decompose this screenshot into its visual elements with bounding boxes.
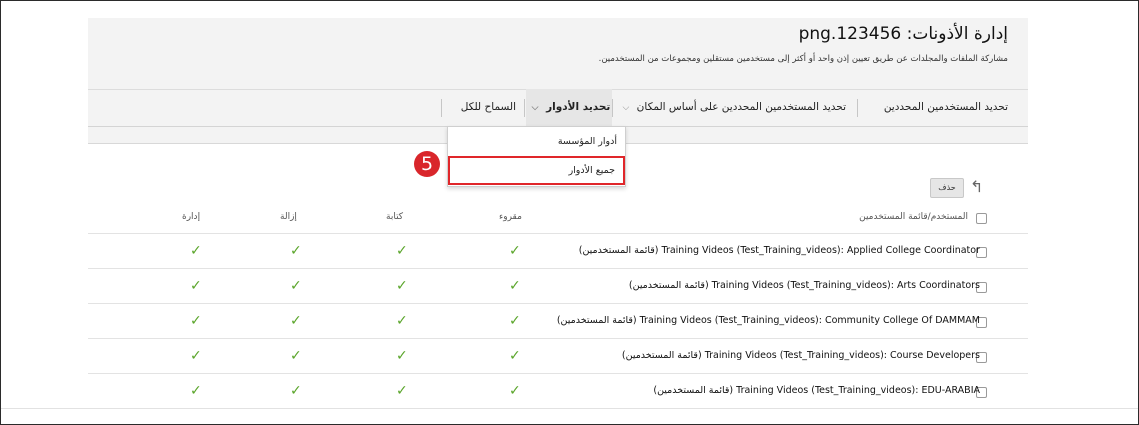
column-header-write: كتابة xyxy=(386,212,404,222)
check-icon: ✓ xyxy=(190,348,202,364)
row-user-list-label: Training Videos (Test_Training_videos): … xyxy=(653,385,980,396)
tab-divider xyxy=(612,99,613,117)
tab-label: تحديد المستخدمين المحددين على أساس المكا… xyxy=(636,101,846,113)
check-icon: ✓ xyxy=(509,243,521,259)
check-icon: ✓ xyxy=(509,278,521,294)
tab-divider xyxy=(441,99,442,117)
check-icon: ✓ xyxy=(396,243,408,259)
tab-divider xyxy=(857,99,858,117)
select-all-checkbox[interactable] xyxy=(976,213,987,224)
table-row: Training Videos (Test_Training_videos): … xyxy=(88,303,1028,339)
back-arrow-icon[interactable]: ↰ xyxy=(970,177,983,196)
check-icon: ✓ xyxy=(396,278,408,294)
check-icon: ✓ xyxy=(396,383,408,399)
tab-select-specific-users[interactable]: تحديد المستخدمين المحددين xyxy=(884,93,1008,122)
screenshot-frame: إدارة الأذونات: png.123456 مشاركة الملفا… xyxy=(0,0,1139,425)
column-header-manage: إدارة xyxy=(182,212,201,222)
roles-dropdown-menu: أدوار المؤسسة جميع الأدوار xyxy=(447,126,626,187)
row-user-list-label: Training Videos (Test_Training_videos): … xyxy=(628,280,980,291)
column-header-user: المستخدم/قائمة المستخدمين xyxy=(859,212,968,222)
page-subtitle: مشاركة الملفات والمجلدات عن طريق تعيين إ… xyxy=(598,54,1008,64)
check-icon: ✓ xyxy=(290,243,302,259)
check-icon: ✓ xyxy=(290,278,302,294)
page-title: إدارة الأذونات: png.123456 xyxy=(798,24,1008,44)
column-header-remove: إزالة xyxy=(280,212,297,222)
check-icon: ✓ xyxy=(290,313,302,329)
check-icon: ✓ xyxy=(190,383,202,399)
permissions-app: إدارة الأذونات: png.123456 مشاركة الملفا… xyxy=(88,18,1028,424)
page-bottom-divider xyxy=(1,408,1138,409)
dropdown-item-institution-roles[interactable]: أدوار المؤسسة xyxy=(448,129,625,155)
dropdown-item-all-roles[interactable]: جميع الأدوار xyxy=(448,156,625,185)
row-user-list-label: Training Videos (Test_Training_videos): … xyxy=(556,315,980,326)
tab-bar: تحديد المستخدمين المحددين تحديد المستخدم… xyxy=(88,89,1028,127)
check-icon: ✓ xyxy=(509,348,521,364)
step-number-badge: 5 xyxy=(414,151,440,177)
check-icon: ✓ xyxy=(396,348,408,364)
delete-button[interactable]: حذف xyxy=(930,178,964,198)
column-header-read: مقروء xyxy=(499,212,522,222)
tab-label: تحديد المستخدمين المحددين xyxy=(883,101,1008,113)
row-user-list-label: Training Videos (Test_Training_videos): … xyxy=(621,350,980,361)
check-icon: ✓ xyxy=(290,348,302,364)
page-header: إدارة الأذونات: png.123456 مشاركة الملفا… xyxy=(88,18,1028,90)
check-icon: ✓ xyxy=(190,313,202,329)
check-icon: ✓ xyxy=(509,313,521,329)
tab-divider xyxy=(524,99,525,117)
table-row: Training Videos (Test_Training_videos): … xyxy=(88,338,1028,374)
check-icon: ✓ xyxy=(190,243,202,259)
check-icon: ✓ xyxy=(290,383,302,399)
row-user-list-label: Training Videos (Test_Training_videos): … xyxy=(578,245,980,256)
tab-select-users-by-place[interactable]: تحديد المستخدمين المحددين على أساس المكا… xyxy=(619,93,847,122)
tab-select-roles[interactable]: تحديد الأدوار ⌵ xyxy=(526,89,612,126)
check-icon: ✓ xyxy=(396,313,408,329)
check-icon: ✓ xyxy=(190,278,202,294)
tab-label: السماح للكل xyxy=(460,101,516,113)
table-header: المستخدم/قائمة المستخدمين مقروء كتابة إز… xyxy=(88,210,1028,232)
tab-allow-all[interactable]: السماح للكل xyxy=(461,93,516,122)
check-icon: ✓ xyxy=(509,383,521,399)
chevron-down-icon: ⌵ xyxy=(622,103,630,113)
tab-label: تحديد الأدوار xyxy=(546,101,611,113)
chevron-down-icon: ⌵ xyxy=(531,103,539,113)
table-row: Training Videos (Test_Training_videos): … xyxy=(88,268,1028,304)
table-row: Training Videos (Test_Training_videos): … xyxy=(88,233,1028,269)
table-row: Training Videos (Test_Training_videos): … xyxy=(88,373,1028,409)
